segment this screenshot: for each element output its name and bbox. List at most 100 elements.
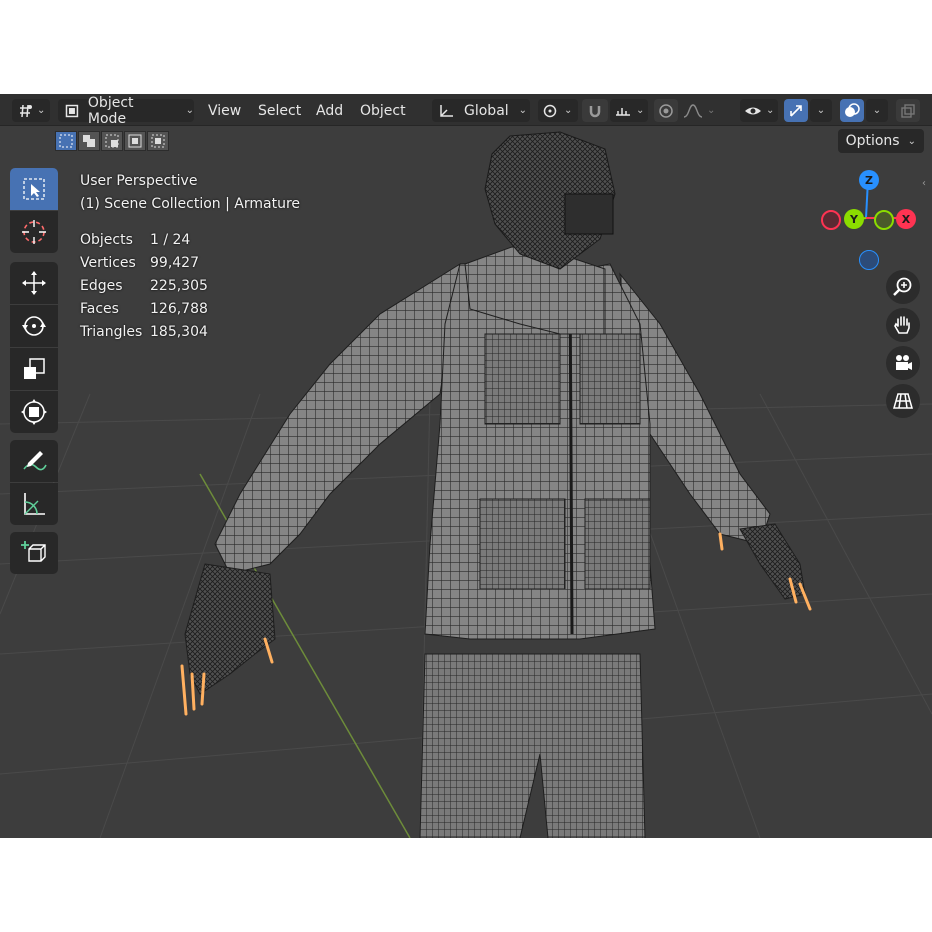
- tool-add-cube[interactable]: [10, 532, 58, 574]
- stat-row: Edges 225,305: [80, 275, 300, 298]
- xray-icon: [901, 103, 915, 118]
- select-mode-extend-button[interactable]: [78, 131, 100, 151]
- snap-increment-icon: [616, 107, 630, 116]
- sidebar-toggle[interactable]: ‹: [922, 178, 932, 192]
- tool-annotate[interactable]: [10, 440, 58, 482]
- tool-transform[interactable]: [10, 391, 58, 433]
- visibility-dropdown[interactable]: ⌄: [740, 99, 778, 122]
- magnet-icon: [589, 105, 601, 117]
- mesh-hand-right: [739, 523, 806, 600]
- navigation-gizmo[interactable]: Z Y X: [818, 168, 922, 272]
- snap-toggle[interactable]: [582, 99, 608, 122]
- overlays-dropdown[interactable]: ⌄: [866, 99, 888, 122]
- stat-row: Vertices 99,427: [80, 252, 300, 275]
- orientation-label: Global: [464, 102, 509, 119]
- overlays-toggle[interactable]: [840, 99, 864, 122]
- stat-label: Faces: [80, 301, 119, 317]
- orientation-dropdown[interactable]: Global ⌄: [432, 99, 530, 122]
- tool-select-box[interactable]: [10, 168, 58, 210]
- gizmo-arrows-icon: [790, 104, 802, 117]
- tool-scale[interactable]: [10, 348, 58, 390]
- select-subtract-icon: [105, 134, 119, 148]
- axis-x-label: X: [901, 212, 911, 226]
- object-mode-icon: [65, 104, 79, 117]
- zoom-button[interactable]: [886, 270, 920, 304]
- collection-info: (1) Scene Collection | Armature: [80, 196, 301, 212]
- tool-move[interactable]: [10, 262, 58, 304]
- tool-rotate[interactable]: [10, 305, 58, 347]
- proportional-edit-toggle[interactable]: [654, 99, 678, 122]
- camera-view-button[interactable]: [886, 346, 920, 380]
- axis-neg-y-button[interactable]: [874, 210, 894, 230]
- snap-target-dropdown[interactable]: ⌄: [610, 99, 648, 122]
- mode-dropdown[interactable]: Object Mode ⌄: [58, 95, 194, 127]
- tool-settings-bar: Options ⌄: [0, 127, 932, 157]
- stat-value: 225,305: [150, 278, 208, 294]
- eye-icon: [745, 107, 761, 114]
- axis-y-label: Y: [850, 212, 858, 226]
- menu-add[interactable]: Add: [310, 99, 349, 122]
- xray-toggle[interactable]: [896, 99, 920, 122]
- chevron-down-icon: ⌄: [37, 105, 46, 116]
- pan-button[interactable]: [886, 308, 920, 342]
- move-icon: [22, 271, 46, 295]
- stat-label: Vertices: [80, 255, 136, 271]
- axis-neg-x-button[interactable]: [821, 210, 841, 230]
- chevron-down-icon: ⌄: [766, 105, 775, 116]
- select-mode-intersect-button[interactable]: [147, 131, 169, 151]
- menu-select[interactable]: Select: [252, 99, 307, 122]
- pan-hand-icon: [894, 316, 910, 334]
- chevron-down-icon: ⌄: [907, 135, 916, 147]
- select-extend-icon: [83, 135, 95, 147]
- blender-3d-viewport-window: ⌄ Object Mode ⌄ View Select Add Object G…: [0, 94, 932, 838]
- axis-z-button[interactable]: Z: [859, 170, 879, 190]
- stat-value: 126,788: [150, 301, 208, 317]
- axis-x-button[interactable]: X: [896, 209, 916, 229]
- view-name: User Perspective: [80, 173, 198, 189]
- transform-orientation-icon: [440, 104, 453, 117]
- transform-icon: [21, 399, 47, 425]
- menu-object[interactable]: Object: [354, 99, 412, 122]
- scale-icon: [24, 358, 45, 379]
- proportional-icon: [659, 103, 673, 118]
- grid-view-icon: [893, 393, 913, 409]
- falloff-curve-icon: [683, 103, 703, 118]
- mode-label: Object Mode: [87, 94, 134, 127]
- chevron-down-icon: ⌄: [707, 105, 716, 116]
- stat-label: Edges: [80, 278, 123, 294]
- cursor-icon: [22, 220, 46, 244]
- tool-cursor[interactable]: [10, 211, 58, 253]
- chevron-down-icon: ⌄: [518, 105, 528, 116]
- stat-label: Triangles: [80, 324, 143, 340]
- measure-icon: [24, 493, 45, 515]
- falloff-dropdown[interactable]: ⌄: [680, 99, 716, 122]
- stat-row: Triangles 185,304: [80, 321, 300, 344]
- select-new-icon: [59, 134, 73, 148]
- select-mode-new-button[interactable]: [55, 131, 77, 151]
- axis-y-button[interactable]: Y: [844, 209, 864, 229]
- select-invert-icon: [128, 134, 142, 148]
- gizmo-dropdown[interactable]: ⌄: [810, 99, 832, 122]
- stat-value: 99,427: [150, 255, 199, 271]
- options-label: Options: [845, 133, 900, 149]
- zoom-icon: [893, 277, 912, 296]
- select-mode-invert-button[interactable]: [124, 131, 146, 151]
- options-dropdown[interactable]: Options ⌄: [837, 129, 924, 153]
- pivot-point-dropdown[interactable]: ⌄: [538, 99, 578, 122]
- select-mode-subtract-button[interactable]: [101, 131, 123, 151]
- chevron-down-icon: ⌄: [816, 105, 826, 116]
- camera-icon: [896, 355, 912, 370]
- viewport-header: ⌄ Object Mode ⌄ View Select Add Object G…: [0, 94, 932, 127]
- stat-row: Faces 126,788: [80, 298, 300, 321]
- editor-type-button[interactable]: ⌄: [12, 99, 50, 122]
- stat-label: Objects: [80, 232, 133, 248]
- axis-neg-z-button[interactable]: [859, 250, 879, 270]
- mesh-hand-left: [184, 563, 276, 695]
- ortho-toggle-button[interactable]: [886, 384, 920, 418]
- tool-measure[interactable]: [10, 483, 58, 525]
- gizmo-toggle[interactable]: [784, 99, 808, 122]
- mesh-legs: [419, 653, 646, 838]
- chevron-down-icon: ⌄: [185, 105, 194, 116]
- overlays-icon: [845, 102, 860, 117]
- menu-view[interactable]: View: [202, 99, 247, 122]
